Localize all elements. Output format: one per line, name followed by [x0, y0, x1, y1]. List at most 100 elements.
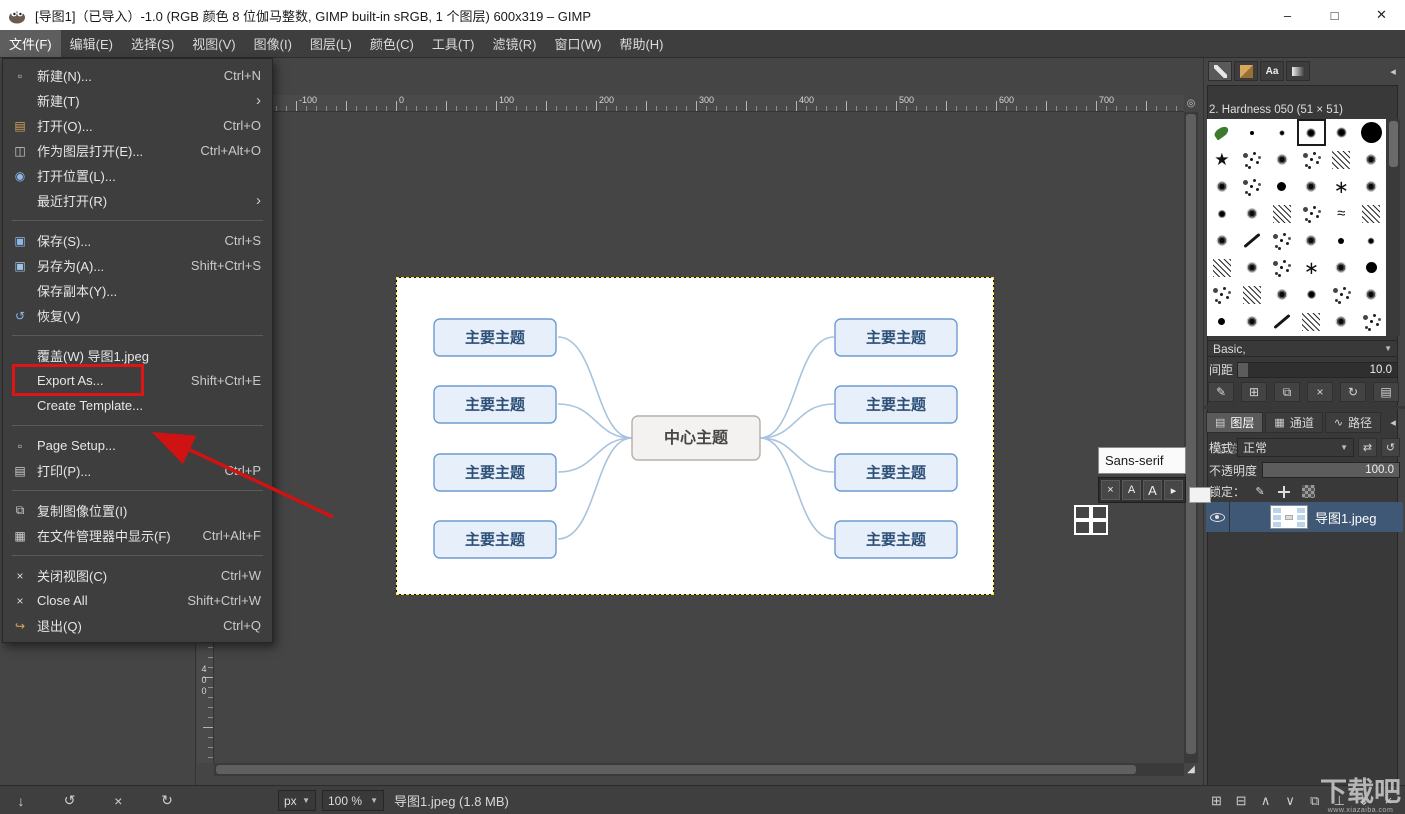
menubar-item-5[interactable]: 图像(I): [245, 30, 301, 57]
file-menu-item[interactable]: ▣保存(S)...Ctrl+S: [4, 228, 271, 253]
brush-thumb[interactable]: [1326, 254, 1356, 281]
brush-thumb[interactable]: [1237, 308, 1267, 335]
tab-channels[interactable]: ▦通道: [1265, 412, 1322, 433]
file-menu-item[interactable]: ×Close AllShift+Ctrl+W: [4, 588, 271, 613]
menubar-item-9[interactable]: 滤镜(R): [483, 30, 545, 57]
text-size-small-button[interactable]: A: [1122, 480, 1141, 500]
brush-thumb[interactable]: [1326, 146, 1356, 173]
file-menu-item[interactable]: Export As...Shift+Ctrl+E: [4, 368, 271, 393]
brush-tag-combo[interactable]: Basic, ▼: [1207, 340, 1398, 357]
layer-visibility-toggle[interactable]: [1206, 502, 1230, 532]
spacing-slider[interactable]: 10.0: [1237, 362, 1398, 378]
brush-thumb[interactable]: ≈: [1326, 200, 1356, 227]
menubar-item-3[interactable]: 选择(S): [122, 30, 183, 57]
brush-thumb[interactable]: [1297, 146, 1327, 173]
brush-thumb[interactable]: [1207, 173, 1237, 200]
brush-thumb[interactable]: [1207, 119, 1237, 146]
zoom-follow-toggle-icon[interactable]: ◎: [1184, 95, 1198, 112]
restore-settings-button[interactable]: ↺: [57, 789, 83, 812]
brush-thumb[interactable]: ∗: [1297, 254, 1327, 281]
mode-switch-button[interactable]: ⇄: [1358, 438, 1377, 457]
menubar-item-10[interactable]: 窗口(W): [546, 30, 611, 57]
brush-thumb[interactable]: [1356, 146, 1386, 173]
brush-thumb[interactable]: [1207, 308, 1237, 335]
lock-alpha-button[interactable]: [1299, 484, 1317, 500]
lower-layer-button[interactable]: ∨: [1280, 790, 1301, 812]
brush-thumb[interactable]: [1267, 281, 1297, 308]
brush-thumb[interactable]: [1267, 173, 1297, 200]
menubar-item-4[interactable]: 视图(V): [183, 30, 244, 57]
zoom-select[interactable]: 100 % ▼: [322, 790, 384, 811]
close-button[interactable]: ✕: [1358, 0, 1405, 30]
brush-thumb[interactable]: [1237, 254, 1267, 281]
file-menu-item[interactable]: ↺恢复(V): [4, 303, 271, 328]
duplicate-brush-button[interactable]: ⧉: [1274, 382, 1300, 402]
delete-layer-button[interactable]: ×: [1378, 790, 1399, 812]
brush-thumb[interactable]: [1297, 281, 1327, 308]
brush-thumb[interactable]: [1237, 281, 1267, 308]
brush-thumb[interactable]: [1356, 227, 1386, 254]
text-size-large-button[interactable]: A: [1143, 480, 1162, 500]
image-canvas[interactable]: 主要主题主要主题主要主题主要主题主要主题主要主题主要主题主要主题中心主题: [396, 277, 994, 595]
brush-thumb[interactable]: [1267, 119, 1297, 146]
brush-thumb[interactable]: [1297, 119, 1327, 146]
menubar-item-6[interactable]: 图层(L): [301, 30, 361, 57]
brush-thumb[interactable]: [1356, 308, 1386, 335]
new-group-button[interactable]: ⊟: [1231, 790, 1252, 812]
edit-brush-button[interactable]: ✎: [1208, 382, 1234, 402]
mode-reset-button[interactable]: ↺: [1381, 438, 1400, 457]
brush-thumb[interactable]: [1297, 173, 1327, 200]
horizontal-scrollbar[interactable]: [214, 763, 1184, 776]
brush-thumb[interactable]: [1326, 119, 1356, 146]
file-menu-item[interactable]: ▤打开(O)...Ctrl+O: [4, 113, 271, 138]
tab-gradients[interactable]: [1286, 61, 1310, 81]
refresh-brushes-button[interactable]: ↻: [1340, 382, 1366, 402]
brush-thumb[interactable]: [1267, 146, 1297, 173]
menubar-item-8[interactable]: 工具(T): [423, 30, 484, 57]
dock-menu-icon[interactable]: ◂: [1385, 63, 1401, 79]
file-menu-item[interactable]: ▫新建(N)...Ctrl+N: [4, 63, 271, 88]
file-menu-item[interactable]: 最近打开(R)›: [4, 188, 271, 213]
menubar-item-7[interactable]: 颜色(C): [361, 30, 423, 57]
tab-patterns[interactable]: [1234, 61, 1258, 81]
open-brush-button[interactable]: ▤: [1373, 382, 1399, 402]
file-menu-item[interactable]: ◉打开位置(L)...: [4, 163, 271, 188]
delete-brush-button[interactable]: ×: [1307, 382, 1333, 402]
raise-layer-button[interactable]: ∧: [1255, 790, 1276, 812]
lock-pixels-button[interactable]: ✎: [1251, 484, 1269, 500]
lock-position-button[interactable]: [1275, 484, 1293, 500]
brush-thumb[interactable]: [1207, 200, 1237, 227]
file-menu-item[interactable]: ↪退出(Q)Ctrl+Q: [4, 613, 271, 638]
brush-thumb[interactable]: [1207, 254, 1237, 281]
anchor-layer-button[interactable]: ⊥: [1329, 790, 1350, 812]
brush-thumb[interactable]: [1356, 200, 1386, 227]
unit-select[interactable]: px ▼: [278, 790, 316, 811]
file-menu-item[interactable]: ×关闭视图(C)Ctrl+W: [4, 563, 271, 588]
text-close-button[interactable]: ×: [1101, 480, 1120, 500]
layer-mode-select[interactable]: 正常 ▼: [1237, 438, 1354, 457]
ruler-horizontal[interactable]: -1000100200300400500600700: [214, 95, 1184, 112]
maximize-button[interactable]: □: [1311, 0, 1358, 30]
brush-thumb[interactable]: ∗: [1326, 173, 1356, 200]
brush-thumb[interactable]: [1237, 173, 1267, 200]
brush-thumb[interactable]: [1267, 200, 1297, 227]
file-menu-item[interactable]: ▦在文件管理器中显示(F)Ctrl+Alt+F: [4, 523, 271, 548]
text-color-swatch[interactable]: [1189, 487, 1211, 503]
brush-thumb[interactable]: [1237, 200, 1267, 227]
brush-thumb[interactable]: [1297, 227, 1327, 254]
file-menu-item[interactable]: 覆盖(W) 导图1.jpeg: [4, 343, 271, 368]
menubar-item-2[interactable]: 编辑(E): [61, 30, 122, 57]
menubar-item-1[interactable]: 文件(F): [0, 30, 61, 57]
dock-menu-icon[interactable]: ◂: [1385, 414, 1401, 430]
brush-thumb[interactable]: ★: [1207, 146, 1237, 173]
file-menu-item[interactable]: ▤打印(P)...Ctrl+P: [4, 458, 271, 483]
brush-thumb[interactable]: [1356, 254, 1386, 281]
file-menu-item[interactable]: ▣另存为(A)...Shift+Ctrl+S: [4, 253, 271, 278]
layer-link-cell[interactable]: [1230, 502, 1270, 532]
delete-settings-button[interactable]: ×: [105, 789, 131, 812]
dock-splitter[interactable]: [1204, 406, 1405, 409]
file-menu-item[interactable]: 新建(T)›: [4, 88, 271, 113]
brush-thumb[interactable]: [1237, 227, 1267, 254]
brush-scroll-thumb[interactable]: [1389, 121, 1398, 167]
brush-thumb[interactable]: [1356, 173, 1386, 200]
